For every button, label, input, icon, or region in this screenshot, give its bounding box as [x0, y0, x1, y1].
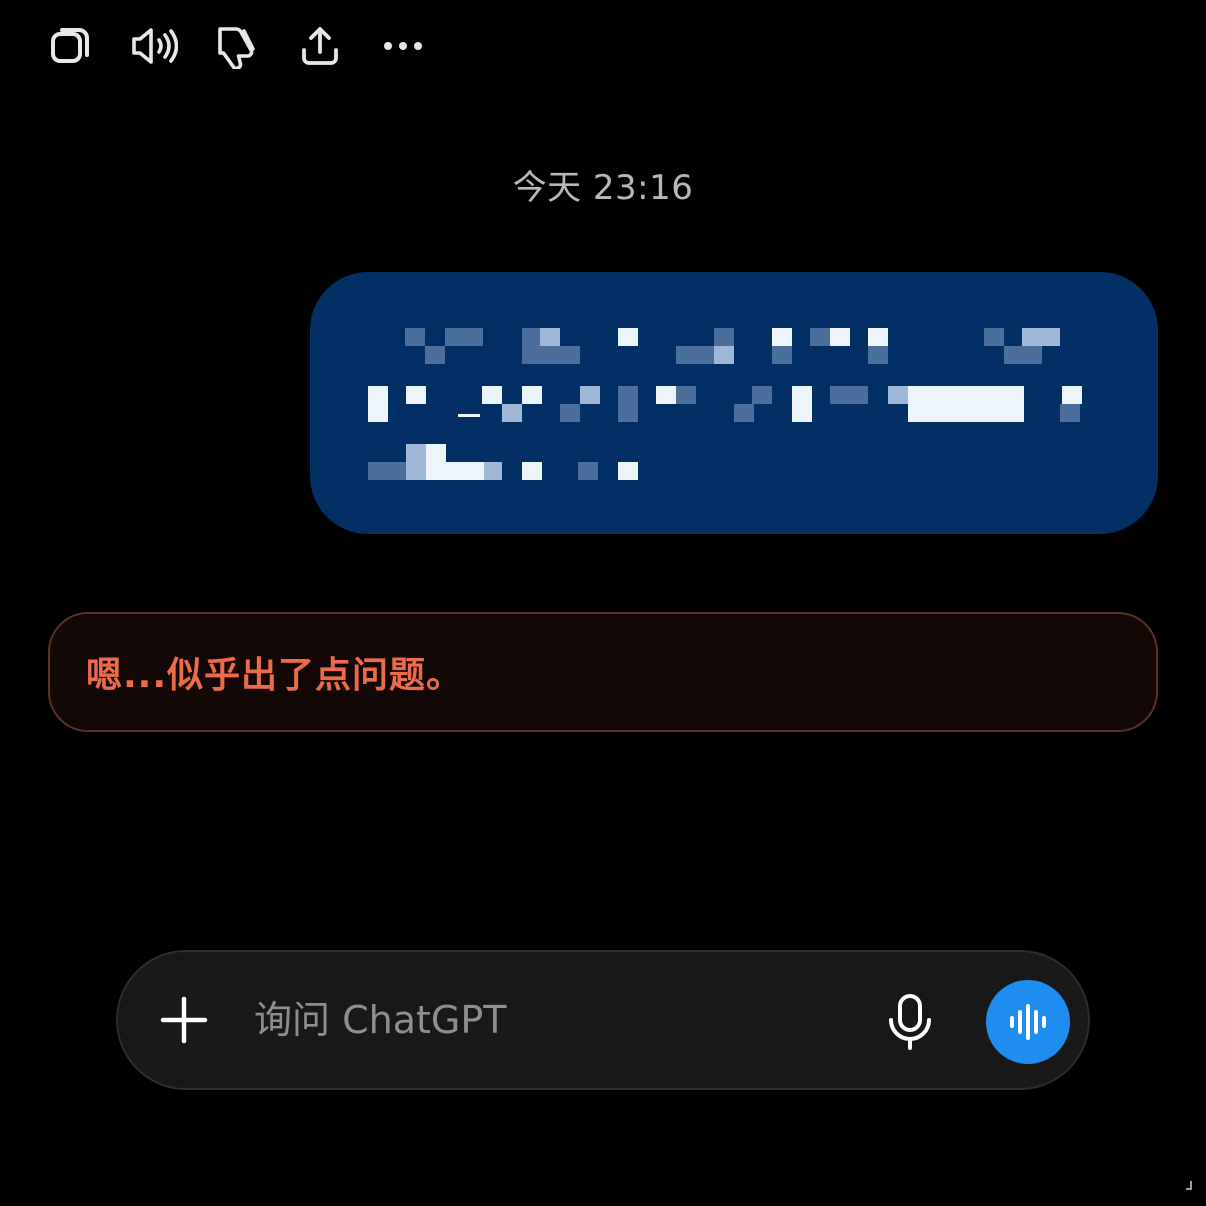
more-horizontal-icon	[384, 42, 422, 50]
dictation-button[interactable]	[880, 990, 940, 1054]
composer-bar	[116, 950, 1090, 1090]
share-button[interactable]	[289, 17, 351, 75]
more-button[interactable]	[372, 17, 434, 75]
read-aloud-button[interactable]	[123, 17, 185, 75]
copy-button[interactable]	[40, 17, 102, 75]
copy-icon	[51, 28, 89, 63]
message-timestamp: 今天 23:16	[512, 168, 694, 208]
message-action-toolbar	[40, 16, 455, 76]
voice-waveform-icon	[1010, 1004, 1046, 1040]
add-attachment-button[interactable]	[154, 990, 214, 1050]
thumbs-down-button[interactable]	[206, 17, 268, 75]
error-message-text: 嗯...似乎出了点问题。	[86, 655, 464, 696]
watermark-mark	[1186, 1181, 1192, 1190]
redacted-message-content	[368, 328, 1082, 480]
plus-icon	[160, 996, 208, 1044]
voice-mode-button[interactable]	[986, 980, 1070, 1064]
message-input[interactable]	[254, 992, 854, 1048]
error-message-card: 嗯...似乎出了点问题。	[48, 612, 1158, 732]
microphone-icon	[889, 994, 931, 1050]
thumbs-down-icon	[218, 27, 255, 69]
user-message-bubble[interactable]	[310, 272, 1158, 534]
share-icon	[302, 27, 338, 65]
speaker-icon	[132, 28, 178, 64]
